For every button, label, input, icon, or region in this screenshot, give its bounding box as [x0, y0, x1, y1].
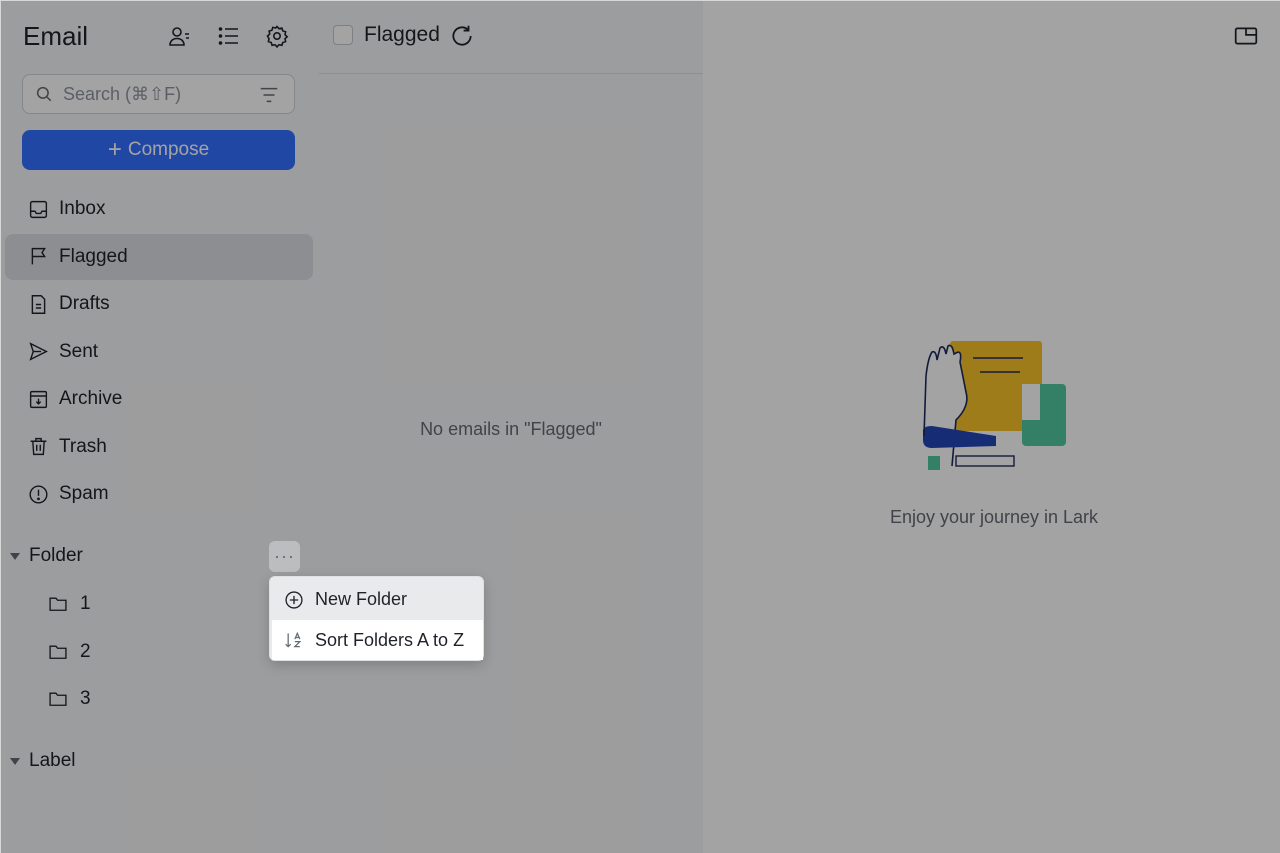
nav-item-label: Archive: [59, 388, 123, 409]
settings-gear-icon[interactable]: [264, 23, 290, 49]
menu-item-sort-folders[interactable]: Sort Folders A to Z: [272, 620, 483, 660]
folder-item[interactable]: 1: [31, 581, 291, 627]
folder-icon: [49, 692, 67, 706]
menu-item-label: New Folder: [315, 589, 408, 609]
caret-down-icon: [10, 757, 20, 765]
open-in-window-icon[interactable]: [1233, 23, 1259, 49]
empty-state-message: No emails in "Flagged": [420, 419, 602, 439]
sidebar: Email + Compose Inbox Flagged: [1, 1, 319, 853]
draft-icon: [27, 293, 49, 315]
menu-item-label: Sort Folders A to Z: [315, 629, 465, 650]
trash-icon: [27, 436, 49, 458]
nav-item-archive[interactable]: Archive: [5, 376, 313, 422]
send-icon: [27, 341, 49, 363]
nav-item-label: Drafts: [59, 293, 110, 314]
welcome-message: Enjoy your journey in Lark: [889, 507, 1099, 527]
list-title: Flagged: [364, 23, 440, 46]
inbox-icon: [27, 198, 49, 220]
nav-item-label: Flagged: [59, 245, 128, 267]
menu-item-new-folder[interactable]: New Folder: [270, 579, 485, 620]
add-circle-icon: [285, 590, 303, 609]
app-title: Email: [23, 21, 89, 51]
list-header: Flagged: [319, 1, 703, 74]
spam-icon: [27, 483, 49, 505]
folder-section-label: Folder: [29, 545, 83, 566]
folder-item[interactable]: 3: [31, 676, 291, 722]
nav-item-spam[interactable]: Spam: [5, 471, 313, 517]
mailbox-nav: Inbox Flagged Drafts Sent Archive Trash: [5, 186, 313, 519]
welcome-illustration: [922, 341, 1066, 470]
more-horizontal-icon: ···: [274, 546, 295, 566]
nav-item-sent[interactable]: Sent: [5, 329, 313, 375]
nav-item-inbox[interactable]: Inbox: [5, 186, 313, 232]
folder-context-menu: New Folder Sort Folders A to Z: [269, 576, 484, 661]
folder-more-button[interactable]: ···: [269, 541, 300, 572]
filter-icon[interactable]: [258, 84, 280, 106]
select-all-checkbox[interactable]: [333, 25, 353, 45]
nav-item-label: Inbox: [59, 198, 106, 219]
caret-down-icon: [10, 552, 20, 560]
nav-item-label: Sent: [59, 340, 99, 362]
folder-label: 2: [80, 641, 91, 662]
email-app: Email + Compose Inbox Flagged: [0, 0, 1280, 853]
search-input[interactable]: [63, 81, 253, 107]
folder-label: 1: [80, 593, 91, 614]
plus-icon: +: [107, 136, 122, 163]
message-list: Flagged No emails in "Flagged": [319, 1, 703, 853]
nav-item-drafts[interactable]: Drafts: [5, 281, 313, 327]
compose-button[interactable]: + Compose: [22, 130, 295, 170]
flag-icon: [27, 246, 49, 268]
refresh-icon[interactable]: [449, 23, 475, 49]
compose-label: Compose: [127, 139, 210, 160]
folder-icon: [49, 597, 67, 611]
folder-icon: [49, 645, 67, 659]
contacts-icon[interactable]: [167, 23, 193, 49]
search-box: [22, 74, 295, 114]
folder-item[interactable]: 2: [31, 629, 291, 675]
nav-item-trash[interactable]: Trash: [5, 424, 313, 470]
search-icon: [36, 86, 52, 102]
sort-az-icon: [285, 631, 302, 648]
list-view-icon[interactable]: [216, 23, 242, 49]
reading-pane: Enjoy your journey in Lark: [703, 1, 1280, 853]
archive-icon: [27, 388, 49, 410]
nav-item-label: Trash: [59, 435, 107, 457]
label-section-label: Label: [29, 750, 76, 771]
folder-label: 3: [80, 688, 91, 709]
label-section-header[interactable]: Label: [1, 741, 319, 781]
nav-item-flagged[interactable]: Flagged: [5, 233, 313, 280]
nav-item-label: Spam: [59, 483, 109, 504]
